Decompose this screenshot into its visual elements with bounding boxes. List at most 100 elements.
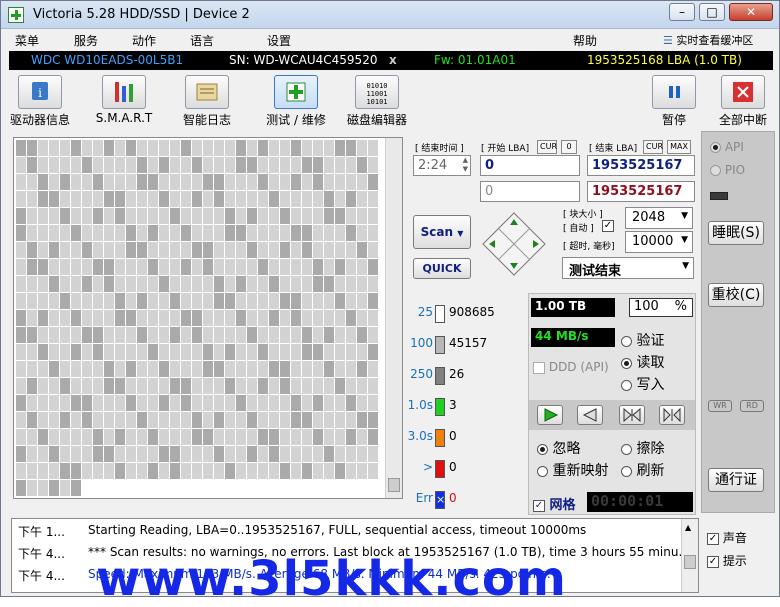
scan-block	[60, 412, 70, 428]
pause-button[interactable]: 暂停	[649, 75, 699, 128]
remap-radio[interactable]	[537, 465, 548, 477]
pio-radio[interactable]	[710, 165, 721, 176]
close-button[interactable]: ✕	[729, 3, 773, 21]
start-lba-input[interactable]: 0	[480, 155, 580, 176]
sound-checkbox[interactable]: ✓	[707, 532, 719, 545]
action-refresh[interactable]: 刷新	[621, 460, 664, 480]
read-radio[interactable]	[621, 357, 632, 369]
scan-block	[16, 208, 26, 224]
scroll-up-icon[interactable]: ▲	[685, 523, 691, 532]
hints-checkbox[interactable]: ✓	[707, 555, 719, 568]
mode-verify[interactable]: 验证	[621, 330, 664, 350]
menu-main[interactable]: 菜单	[15, 32, 39, 49]
scan-block	[170, 327, 180, 343]
status-select[interactable]: 测试结束 ▼	[562, 257, 694, 279]
test-repair-button[interactable]: 测试 / 维修	[256, 75, 336, 128]
action-remap[interactable]: 重新映射	[537, 460, 608, 480]
skip-button[interactable]	[619, 405, 645, 425]
smart-button[interactable]: S.M.A.R.T	[93, 75, 155, 125]
action-ignore[interactable]: 忽略	[537, 438, 580, 458]
menu-service[interactable]: 服务	[74, 32, 98, 49]
direction-pad[interactable]	[481, 211, 547, 277]
medical-cross-icon	[274, 75, 318, 109]
scan-block	[346, 191, 356, 207]
minimize-button[interactable]: –	[669, 3, 695, 21]
verify-radio[interactable]	[621, 335, 632, 347]
scan-block	[368, 344, 378, 360]
start-zero-button[interactable]: 0	[561, 140, 577, 154]
quick-button[interactable]: QUICK	[413, 258, 471, 279]
write-radio[interactable]	[621, 379, 632, 391]
auto-checkbox[interactable]: ✓	[602, 220, 614, 232]
api-option[interactable]: API	[710, 140, 744, 154]
grid-scrollbar[interactable]	[385, 138, 402, 498]
scan-block	[82, 140, 92, 156]
mode-write[interactable]: 写入	[621, 374, 664, 394]
scan-block	[357, 344, 367, 360]
end-lba-input[interactable]: 1953525167	[587, 155, 695, 176]
ignore-label: 忽略	[552, 441, 581, 457]
play-button[interactable]	[537, 405, 563, 425]
window-title: Victoria 5.28 HDD/SSD | Device 2	[33, 7, 250, 22]
drive-info-button[interactable]: i 驱动器信息	[9, 75, 71, 128]
sound-option[interactable]: ✓ 声音	[707, 529, 747, 546]
end-max-button[interactable]: MAX	[667, 140, 691, 154]
grid-scroll-thumb[interactable]	[388, 478, 400, 492]
scan-block	[247, 208, 257, 224]
stop-all-button[interactable]: 全部中断	[715, 75, 771, 128]
smart-log-button[interactable]: 智能日志	[176, 75, 238, 128]
end-button[interactable]	[659, 405, 685, 425]
hints-option[interactable]: ✓ 提示	[707, 552, 747, 569]
log-scrollbar[interactable]: ▲	[681, 519, 698, 592]
scan-block	[214, 140, 224, 156]
serial-x-button[interactable]: x	[389, 53, 397, 67]
refresh-radio[interactable]	[621, 465, 632, 477]
menu-settings[interactable]: 设置	[267, 32, 291, 49]
scan-block	[49, 463, 59, 479]
disk-editor-button[interactable]: 01010 11001 10101 磁盘编辑器	[345, 75, 409, 128]
scan-block	[148, 412, 158, 428]
scan-block	[82, 242, 92, 258]
action-erase[interactable]: 擦除	[621, 438, 664, 458]
grid-toggle[interactable]: ✓ 网格	[533, 494, 576, 513]
wr-button[interactable]: WR	[708, 400, 732, 412]
menu-action[interactable]: 动作	[132, 32, 156, 49]
ddd-checkbox[interactable]	[533, 361, 545, 374]
end-time-spinner-icon[interactable]: ▲ ▼	[463, 156, 468, 174]
log-row[interactable]: 下午 1... Starting Reading, LBA=0..19535251…	[12, 519, 682, 541]
scan-block	[148, 191, 158, 207]
ignore-radio[interactable]	[537, 443, 548, 455]
api-radio[interactable]	[710, 142, 721, 153]
scan-block	[236, 327, 246, 343]
scan-block	[225, 191, 235, 207]
latency-swatch	[435, 398, 445, 416]
maximize-button[interactable]: □	[699, 3, 725, 21]
scan-block	[159, 259, 169, 275]
rd-button[interactable]: RD	[740, 400, 764, 412]
realtime-buffer-link[interactable]: ☰ 实时查看缓冲区	[663, 32, 753, 48]
log-scroll-thumb[interactable]	[684, 555, 696, 569]
end-time-field[interactable]: 2:24 ▲ ▼	[413, 155, 471, 176]
recalibrate-button[interactable]: 重校(C)	[708, 283, 764, 307]
erase-radio[interactable]	[621, 443, 632, 455]
scan-block	[148, 225, 158, 241]
ddd-api-option[interactable]: DDD (API)	[533, 360, 609, 374]
end-cur-button[interactable]: CUR	[643, 140, 663, 154]
scan-block	[225, 174, 235, 190]
mode-read[interactable]: 读取	[621, 352, 664, 372]
block-size-select[interactable]: 2048 ▼	[625, 207, 693, 229]
rewind-button[interactable]	[577, 405, 603, 425]
timeout-select[interactable]: 10000 ▼	[625, 231, 693, 253]
pio-option[interactable]: PIO	[710, 163, 745, 177]
sleep-button[interactable]: 睡眠(S)	[708, 221, 764, 245]
start-cur-button[interactable]: CUR	[537, 140, 557, 154]
scan-block	[16, 191, 26, 207]
scan-block	[225, 225, 235, 241]
grid-checkbox[interactable]: ✓	[533, 499, 545, 512]
menu-help[interactable]: 帮助	[573, 32, 597, 49]
scan-block	[280, 191, 290, 207]
scan-button[interactable]: Scan ▼	[413, 215, 471, 249]
scan-block	[324, 310, 334, 326]
passport-button[interactable]: 通行证	[708, 468, 764, 492]
menu-language[interactable]: 语言	[190, 32, 214, 49]
